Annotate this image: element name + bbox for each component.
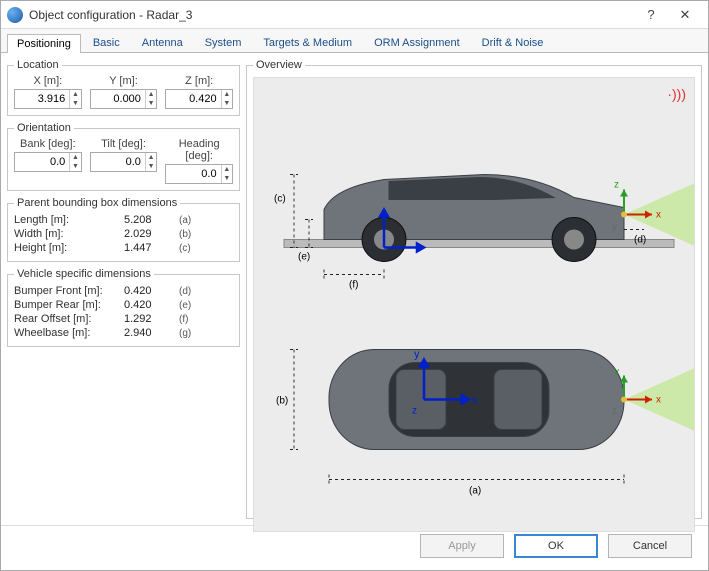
overview-title: Overview <box>253 59 305 71</box>
dim-tag: (g) <box>179 328 233 339</box>
dim-row: Bumper Rear [m]:0.420(e) <box>14 298 233 312</box>
dim-row: Width [m]:2.029(b) <box>14 227 233 241</box>
left-panel: Location X [m]: ▲▼ Y [m]: ▲▼ <box>7 59 240 519</box>
cancel-button[interactable]: Cancel <box>608 534 692 558</box>
dim-row: Rear Offset [m]:1.292(f) <box>14 312 233 326</box>
dim-row: Height [m]:1.447(c) <box>14 241 233 255</box>
location-x-label: X [m]: <box>14 75 82 87</box>
location-y-input[interactable]: ▲▼ <box>90 89 158 109</box>
orientation-bank-label: Bank [deg]: <box>14 138 82 150</box>
dim-label: Length [m]: <box>14 214 124 226</box>
orientation-title: Orientation <box>14 122 74 134</box>
orientation-bank-value[interactable] <box>15 153 69 171</box>
apply-button[interactable]: Apply <box>420 534 504 558</box>
svg-text:(e): (e) <box>298 252 310 263</box>
svg-text:x: x <box>472 395 478 407</box>
overview-group: Overview ·))) <box>246 59 702 519</box>
app-icon <box>7 7 23 23</box>
dim-value: 1.447 <box>124 242 179 254</box>
tab-positioning[interactable]: Positioning <box>7 34 81 53</box>
parent-box-group: Parent bounding box dimensions Length [m… <box>7 197 240 262</box>
location-z-value[interactable] <box>166 90 220 108</box>
svg-text:(b): (b) <box>276 396 288 407</box>
tab-bar: Positioning Basic Antenna System Targets… <box>1 29 708 53</box>
orientation-tilt-label: Tilt [deg]: <box>90 138 158 150</box>
tab-drift-noise[interactable]: Drift & Noise <box>472 33 554 52</box>
tab-system[interactable]: System <box>195 33 252 52</box>
orientation-heading-input[interactable]: ▲▼ <box>165 164 233 184</box>
dim-row: Bumper Front [m]:0.420(d) <box>14 284 233 298</box>
dim-label: Height [m]: <box>14 242 124 254</box>
location-z-label: Z [m]: <box>165 75 233 87</box>
orientation-heading-value[interactable] <box>166 165 220 183</box>
dim-value: 1.292 <box>124 313 179 325</box>
svg-text:x: x <box>656 210 661 221</box>
svg-text:(f): (f) <box>349 280 358 291</box>
dim-tag: (b) <box>179 229 233 240</box>
orientation-bank-input[interactable]: ▲▼ <box>14 152 82 172</box>
location-y-value[interactable] <box>91 90 145 108</box>
location-group: Location X [m]: ▲▼ Y [m]: ▲▼ <box>7 59 240 116</box>
tab-basic[interactable]: Basic <box>83 33 130 52</box>
close-button[interactable]: ✕ <box>668 4 702 26</box>
help-button[interactable]: ? <box>634 4 668 26</box>
location-z-input[interactable]: ▲▼ <box>165 89 233 109</box>
location-y-label: Y [m]: <box>90 75 158 87</box>
vehicle-dims-group: Vehicle specific dimensions Bumper Front… <box>7 268 240 347</box>
radar-emit-icon: ·))) <box>667 86 686 102</box>
svg-text:(c): (c) <box>274 194 286 205</box>
tab-orm-assignment[interactable]: ORM Assignment <box>364 33 470 52</box>
dim-row: Wheelbase [m]:2.940(g) <box>14 326 233 340</box>
dim-label: Bumper Rear [m]: <box>14 299 124 311</box>
dim-row: Length [m]:5.208(a) <box>14 213 233 227</box>
tab-antenna[interactable]: Antenna <box>132 33 193 52</box>
ok-button[interactable]: OK <box>514 534 598 558</box>
content-area: Location X [m]: ▲▼ Y [m]: ▲▼ <box>1 53 708 525</box>
spinner-arrows[interactable]: ▲▼ <box>69 90 80 108</box>
spinner-arrows[interactable]: ▲▼ <box>221 90 232 108</box>
dialog-window: Object configuration - Radar_3 ? ✕ Posit… <box>0 0 709 571</box>
dim-value: 5.208 <box>124 214 179 226</box>
svg-text:y: y <box>614 367 619 378</box>
svg-text:z: z <box>614 180 619 191</box>
dim-tag: (d) <box>179 286 233 297</box>
dim-tag: (a) <box>179 215 233 226</box>
vehicle-dims-title: Vehicle specific dimensions <box>14 268 154 280</box>
dim-tag: (f) <box>179 314 233 325</box>
dim-label: Bumper Front [m]: <box>14 285 124 297</box>
dim-label: Wheelbase [m]: <box>14 327 124 339</box>
location-title: Location <box>14 59 62 71</box>
tab-targets-medium[interactable]: Targets & Medium <box>253 33 362 52</box>
spinner-arrows[interactable]: ▲▼ <box>221 165 232 183</box>
spinner-arrows[interactable]: ▲▼ <box>145 90 156 108</box>
orientation-heading-label: Heading [deg]: <box>165 138 233 162</box>
svg-text:z: z <box>412 406 417 417</box>
svg-text:y: y <box>612 222 617 233</box>
diagram-svg: x z y (c) (e) <box>254 78 694 531</box>
location-x-value[interactable] <box>15 90 69 108</box>
dim-value: 0.420 <box>124 285 179 297</box>
dim-tag: (e) <box>179 300 233 311</box>
window-title: Object configuration - Radar_3 <box>29 8 634 22</box>
dim-value: 2.029 <box>124 228 179 240</box>
dim-label: Rear Offset [m]: <box>14 313 124 325</box>
dim-tag: (c) <box>179 243 233 254</box>
svg-text:x: x <box>656 395 661 406</box>
orientation-group: Orientation Bank [deg]: ▲▼ Tilt [deg]: <box>7 122 240 191</box>
spinner-arrows[interactable]: ▲▼ <box>145 153 156 171</box>
svg-text:(d): (d) <box>634 235 646 246</box>
vehicle-diagram: ·))) <box>253 77 695 532</box>
orientation-tilt-value[interactable] <box>91 153 145 171</box>
svg-text:(a): (a) <box>469 486 481 497</box>
location-x-input[interactable]: ▲▼ <box>14 89 82 109</box>
svg-text:y: y <box>414 349 420 361</box>
dim-value: 0.420 <box>124 299 179 311</box>
parent-box-title: Parent bounding box dimensions <box>14 197 180 209</box>
dim-label: Width [m]: <box>14 228 124 240</box>
spinner-arrows[interactable]: ▲▼ <box>69 153 80 171</box>
dim-value: 2.940 <box>124 327 179 339</box>
svg-text:z: z <box>612 406 617 417</box>
title-bar: Object configuration - Radar_3 ? ✕ <box>1 1 708 29</box>
orientation-tilt-input[interactable]: ▲▼ <box>90 152 158 172</box>
